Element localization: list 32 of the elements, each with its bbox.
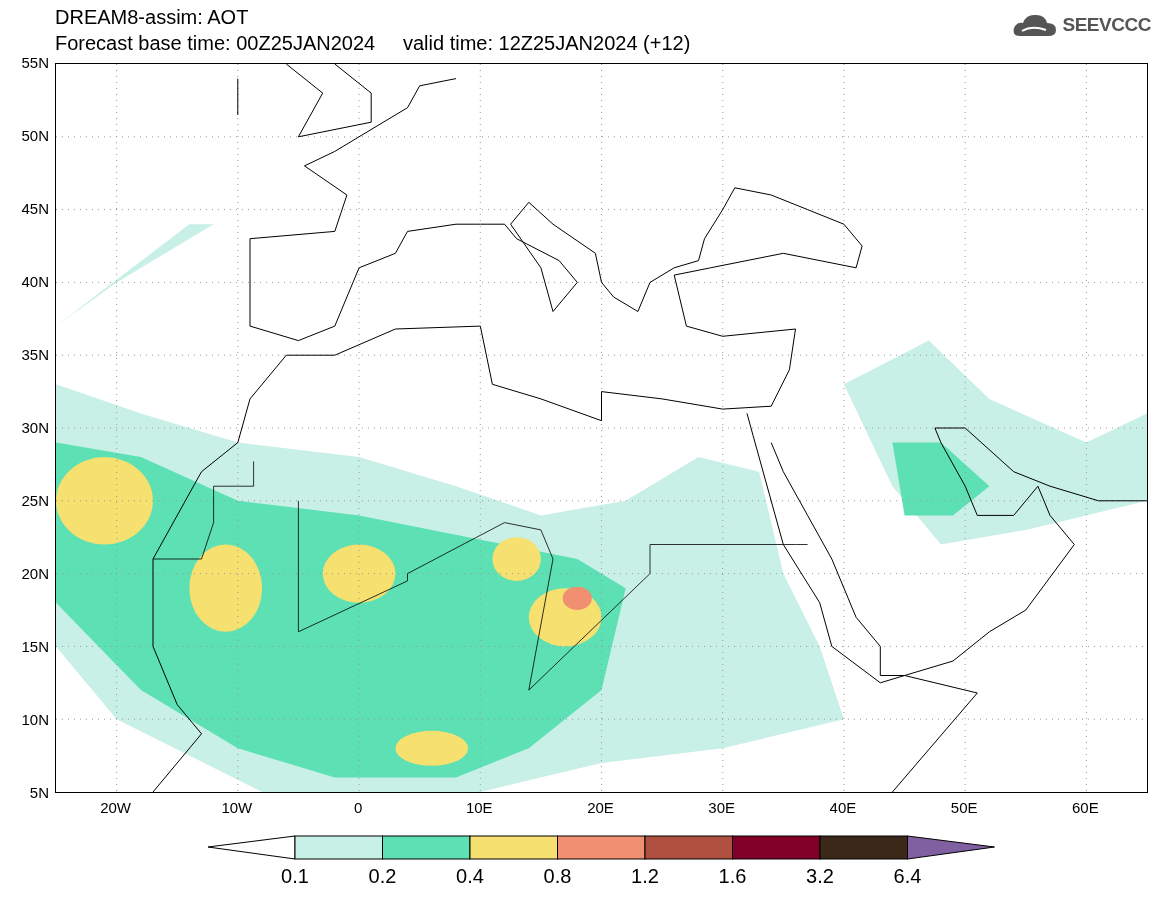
- latitude-label: 30N: [21, 419, 49, 437]
- colorbar-label: 1.6: [718, 865, 747, 887]
- longitude-label: 0: [353, 799, 363, 817]
- colorbar-label: 3.2: [806, 865, 834, 887]
- longitude-label: 20E: [587, 799, 614, 817]
- longitude-label: 30E: [708, 799, 736, 817]
- colorbar-label: 0.8: [543, 865, 572, 887]
- colorbar-label: 6.4: [893, 865, 922, 887]
- colorbar-label: 0.4: [456, 865, 484, 887]
- latitude-label: 15N: [21, 638, 49, 656]
- latitude-label: 20N: [21, 565, 49, 583]
- latitude-label: 10N: [21, 711, 49, 729]
- colorbar-label: 0.2: [368, 865, 397, 887]
- map-title: DREAM8-assim: AOT: [55, 5, 250, 30]
- latitude-label: 25N: [21, 492, 49, 510]
- colorbar-label: 1.2: [631, 865, 659, 887]
- longitude-label: 20W: [100, 799, 132, 817]
- latitude-label: 55N: [21, 54, 49, 72]
- latitude-label: 50N: [21, 127, 49, 145]
- latitude-label: 45N: [21, 200, 49, 218]
- logo-text: SEEVCCC: [1062, 12, 1151, 37]
- longitude-label: 40E: [829, 799, 857, 817]
- longitude-label: 50E: [950, 799, 978, 817]
- longitude-label: 10W: [221, 799, 253, 817]
- longitude-label: 60E: [1072, 799, 1099, 817]
- colorbar-label: 0.1: [281, 865, 309, 887]
- latitude-label: 35N: [21, 346, 49, 364]
- latitude-label: 5N: [29, 784, 49, 802]
- cloud-icon: [1012, 12, 1059, 38]
- longitude-label: 10E: [465, 799, 493, 817]
- map-title: Forecast base time: 00Z25JAN2024 valid time: 12Z25JAN2024 (+12): [55, 31, 691, 56]
- latitude-label: 40N: [21, 273, 49, 291]
